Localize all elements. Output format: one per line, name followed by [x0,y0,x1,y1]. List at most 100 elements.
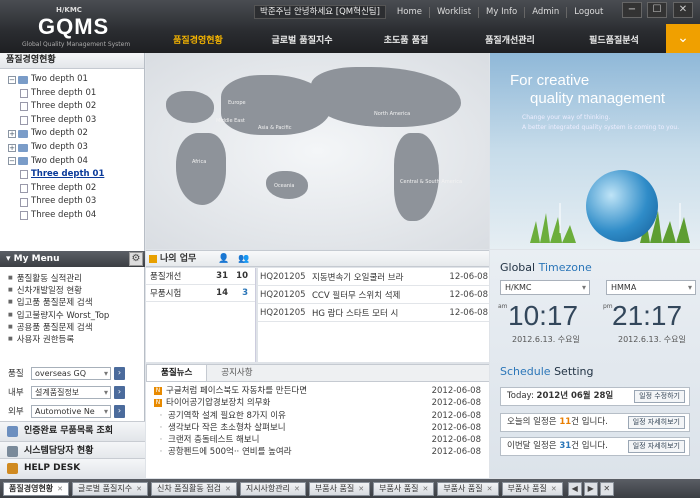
tree-label: Three depth 01 [31,87,97,98]
nav-expand-button[interactable]: ⌄ [666,24,700,53]
tree-item[interactable]: − Two depth 04 [8,155,144,169]
help-desk-link[interactable]: HELP DESK [0,458,145,478]
tree-item[interactable]: + Two depth 03 [8,141,144,155]
news-item[interactable]: · 공항펜드에 500억·· 연비를 높여라 2012-06-08 [154,446,489,458]
home-link[interactable]: Home [390,7,429,18]
worklist-link[interactable]: Worklist [429,6,478,18]
app-logo[interactable]: GQMS [38,14,109,40]
close-icon[interactable]: ✕ [225,483,231,495]
gear-icon[interactable]: ⚙ [129,252,143,266]
nav-quality-status[interactable]: 품질경영현황 [146,31,250,51]
window-tab[interactable]: 글로벌 품질지수 ✕ [72,481,148,496]
my-menu-item[interactable]: 입고품 품질문제 검색 [8,296,145,308]
task-date: 12-06-08 [449,307,488,318]
view-schedule-button[interactable]: 일정 자세히보기 [627,440,685,453]
stat-row[interactable]: 무품시험 14 3 [146,285,255,302]
collapse-icon[interactable]: − [8,75,16,84]
window-tab[interactable]: 품질경영현황 ✕ [3,481,70,496]
tab-quality-news[interactable]: 품질뉴스 [146,365,208,381]
admin-link[interactable]: Admin [524,6,566,18]
expand-icon[interactable]: + [8,143,16,152]
window-tab[interactable]: 부품사 품질 ✕ [501,481,563,496]
filter-select[interactable]: overseas GQ ▾ [31,366,111,380]
person-icon[interactable]: 👤 [218,251,229,267]
close-icon[interactable]: ✕ [358,483,364,495]
promo-line2: quality management [530,90,666,107]
tree-item[interactable]: Three depth 02 [8,100,144,114]
close-all-icon[interactable]: ✕ [599,481,614,496]
timezone-select-left[interactable]: H/KMC ▾ [500,280,590,295]
task-row[interactable]: HQ201205 CCV 필터무 스위치 석제 12-06-08 [258,286,489,304]
news-item[interactable]: N 구글처럼 페이스북도 자동차를 만든다면 2012-06-08 [154,385,489,397]
maximize-button[interactable]: ☐ [647,2,667,18]
stat-row[interactable]: 품질개선 31 10 [146,268,255,285]
tree-item[interactable]: Three depth 02 [8,182,144,196]
timezone-title: Global Timezone [500,261,592,274]
logout-link[interactable]: Logout [566,6,610,18]
window-tab[interactable]: 부품사 품질 ✕ [373,481,435,496]
nav-global-index[interactable]: 글로벌 품질지수 [250,31,354,51]
scroll-right-icon[interactable]: ▶ [583,481,598,496]
page-icon [20,170,28,180]
minimize-button[interactable]: − [622,2,642,18]
tree-item[interactable]: − Two depth 01 [8,73,144,87]
title-part: Global [500,261,536,274]
go-arrow-icon[interactable]: › [114,404,125,418]
timezone-select-right[interactable]: HMMA ▾ [606,280,696,295]
filter-select[interactable]: Automotive Ne ▾ [31,404,111,418]
close-icon[interactable]: ✕ [487,483,493,495]
close-icon[interactable]: ✕ [294,483,300,495]
view-schedule-button[interactable]: 일정 자세히보기 [627,416,685,429]
schedule-count: 11 [559,417,572,427]
close-icon[interactable]: ✕ [57,483,63,495]
schedule-text: 이번달 일정은 [507,441,557,451]
news-date: 2012-06-08 [431,435,481,446]
task-row[interactable]: HQ201205 HG 람다 스타트 모터 시 12-06-08 [258,304,489,322]
news-date: 2012-06-08 [431,410,481,421]
window-tab[interactable]: 지시사항관리 ✕ [239,481,306,496]
my-menu-item[interactable]: 신차개발일정 현황 [8,284,145,296]
edit-schedule-button[interactable]: 일정 수정하기 [634,390,685,403]
globe-illustration [586,170,658,242]
close-icon[interactable]: ✕ [136,483,142,495]
news-item[interactable]: · 공기역학 설계 필요한 8가지 이유 2012-06-08 [154,410,489,422]
window-tab[interactable]: 부품사 품질 ✕ [308,481,371,496]
scroll-left-icon[interactable]: ◀ [567,481,582,496]
window-tab[interactable]: 신차 품질활동 점검 ✕ [150,481,237,496]
nav-field-analysis[interactable]: 필드품질분석 [562,31,666,51]
my-menu-item[interactable]: 입고불량지수 Worst_Top [8,309,145,321]
myinfo-link[interactable]: My Info [478,6,524,18]
go-arrow-icon[interactable]: › [114,385,125,399]
tree-item[interactable]: + Two depth 02 [8,127,144,141]
tree-item[interactable]: Three depth 03 [8,195,144,209]
group-icon[interactable]: 👥 [238,251,249,267]
close-button[interactable]: ✕ [673,2,693,18]
nav-initial-quality[interactable]: 초도품 품질 [354,31,458,51]
filter-select[interactable]: 설계품질정보 ▾ [31,385,111,399]
my-menu-item[interactable]: 사용자 권한등록 [8,333,145,345]
nav-improvement[interactable]: 품질개선관리 [458,31,562,51]
tab-notices[interactable]: 공지사항 [207,365,266,381]
tree-label: Two depth 04 [31,155,88,166]
tree-item[interactable]: Three depth 03 [8,114,144,128]
window-tab[interactable]: 부품사 품질 ✕ [437,481,499,496]
tab-label: 품질경영현황 [9,483,54,493]
close-icon[interactable]: ✕ [551,483,557,495]
chevron-down-icon: ▾ [103,406,108,416]
close-icon[interactable]: ✕ [422,483,428,495]
expand-icon[interactable]: + [8,130,16,139]
go-arrow-icon[interactable]: › [114,366,125,380]
folder-icon [18,75,28,84]
news-item[interactable]: N 타이어공기압경보장치 의무화 2012-06-08 [154,397,489,409]
news-item[interactable]: · 크랜저 충돌테스트 해보니 2012-06-08 [154,434,489,446]
tree-item[interactable]: Three depth 04 [8,209,144,223]
cert-parts-link[interactable]: 인증완료 무품목록 조회 [0,421,145,441]
my-menu-item[interactable]: 공용품 품질문제 검색 [8,321,145,333]
collapse-icon[interactable]: − [8,157,16,166]
news-item[interactable]: · 생각보다 작은 초소형차 살펴보니 2012-06-08 [154,422,489,434]
filter-row-quality: 품질 overseas GQ ▾ › [8,366,125,380]
tree-item[interactable]: Three depth 01 [8,87,144,101]
tree-item-selected[interactable]: Three depth 01 [8,168,144,182]
task-row[interactable]: HQ201205 지동변속기 오일쿨러 브라 12-06-08 [258,268,489,286]
my-menu-item[interactable]: 품질활동 실적관리 [8,272,145,284]
